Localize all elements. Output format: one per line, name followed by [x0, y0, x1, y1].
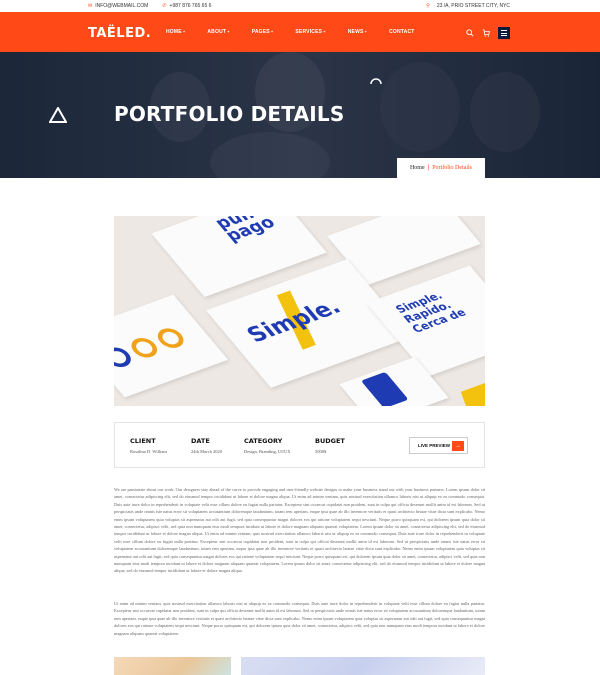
- client-label: CLIENT: [130, 437, 156, 445]
- main-nav: HOME+ ABOUT+ PAGES+ SERVICES+ NEWS+ CONT…: [166, 29, 437, 35]
- address-text: 23 /A, PRIO STREET CITY, NYC: [436, 3, 510, 9]
- date-label: DATE: [191, 437, 210, 445]
- triangle-decoration: [49, 107, 67, 123]
- nav-contact[interactable]: CONTACT: [389, 29, 414, 35]
- portfolio-image: punto pago Simple. Simple. Rapido. Cerca…: [114, 216, 485, 406]
- search-icon[interactable]: [466, 29, 474, 37]
- nav-pages[interactable]: PAGES+: [252, 29, 274, 35]
- location-icon: ⚲: [426, 3, 430, 9]
- category-label: CATEGORY: [244, 437, 283, 445]
- budget-label: BUDGET: [315, 437, 345, 445]
- breadcrumb: Home | Portfolio Details: [397, 158, 485, 178]
- breadcrumb-separator: |: [427, 165, 430, 171]
- description-paragraph-1: We are passionate about our work. Our de…: [114, 487, 485, 574]
- phone-contact[interactable]: ✆ +987 876 765 65 6: [162, 3, 211, 9]
- mail-icon: ✉: [88, 3, 93, 9]
- breadcrumb-current: Portfolio Details: [432, 165, 473, 171]
- budget-value: 5000$: [315, 449, 327, 454]
- nav-news[interactable]: NEWS+: [348, 29, 367, 35]
- category-value: Design, Branding, UI/UX: [244, 449, 291, 454]
- client-value: Rosalina D. William: [130, 449, 167, 454]
- project-info: CLIENT Rosalina D. William DATE 24th Mar…: [114, 422, 485, 468]
- breadcrumb-home[interactable]: Home: [410, 165, 425, 171]
- description-paragraph-2: Ut enim ad minim veniam, quis nostrud ex…: [114, 601, 485, 636]
- page-title: PORTFOLIO DETAILS: [114, 102, 345, 126]
- arc-decoration: [370, 78, 382, 85]
- phone-icon: ✆: [162, 3, 167, 9]
- date-value: 24th March 2020: [191, 449, 222, 454]
- nav-services[interactable]: SERVICES+: [295, 29, 325, 35]
- cart-icon[interactable]: [482, 29, 490, 37]
- page-hero: PORTFOLIO DETAILS Home | Portfolio Detai…: [0, 52, 600, 178]
- plus-icon: +: [270, 29, 274, 34]
- top-bar: ✉ INFO@WEBMAIL.COM ✆ +987 876 765 65 6 ⚲ 2…: [0, 0, 600, 12]
- main-header: TAËLED. HOME+ ABOUT+ PAGES+ SERVICES+ NE…: [0, 12, 600, 52]
- arrow-right-icon: →: [452, 440, 464, 451]
- gallery-thumbnail-2[interactable]: [241, 657, 485, 675]
- email-contact[interactable]: ✉ INFO@WEBMAIL.COM: [88, 3, 148, 9]
- nav-about[interactable]: ABOUT+: [207, 29, 229, 35]
- gallery-thumbnail-1[interactable]: [114, 657, 231, 675]
- plus-icon: +: [323, 29, 326, 34]
- menu-button[interactable]: [498, 27, 510, 39]
- site-logo[interactable]: TAËLED.: [88, 26, 151, 41]
- nav-home[interactable]: HOME+: [166, 29, 185, 35]
- live-preview-button[interactable]: LIVE PREVIEW →: [409, 437, 468, 454]
- plus-icon: +: [364, 29, 368, 34]
- plus-icon: +: [182, 29, 186, 34]
- plus-icon: +: [227, 29, 230, 34]
